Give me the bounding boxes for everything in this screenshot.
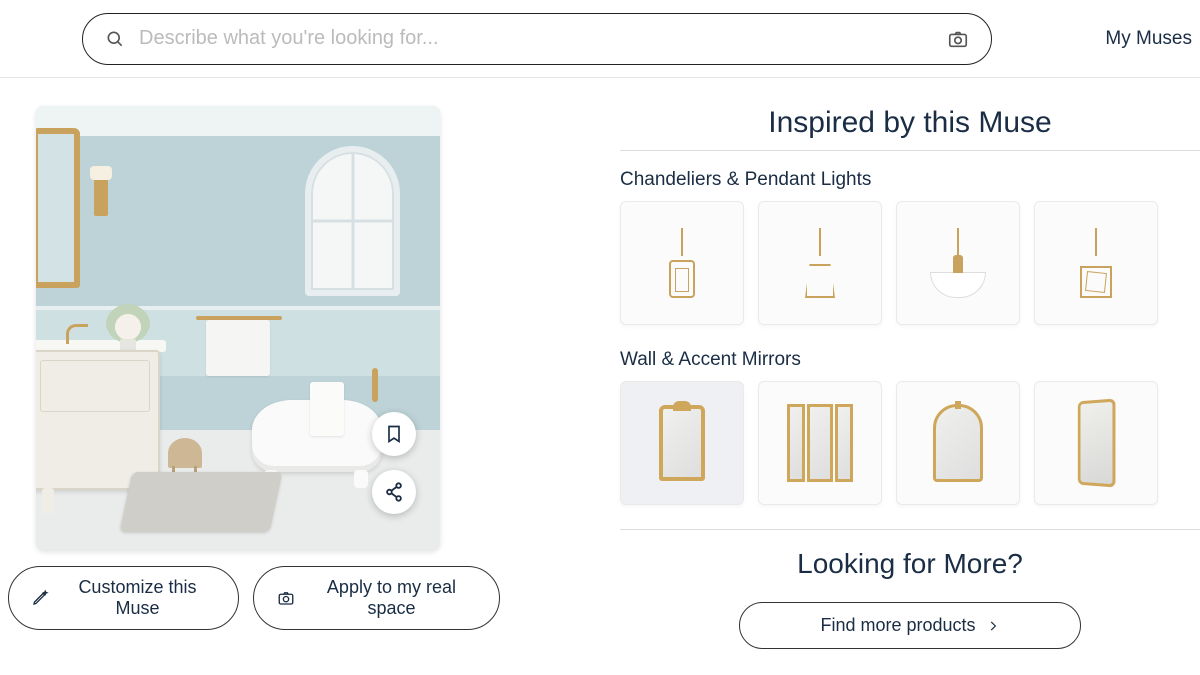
product-card[interactable] — [896, 381, 1020, 505]
customize-label: Customize this Muse — [59, 577, 216, 619]
muse-actions: Customize this Muse Apply to my real spa… — [8, 566, 500, 630]
camera-icon[interactable] — [947, 28, 969, 50]
product-card[interactable] — [620, 201, 744, 325]
looking-for-more-title: Looking for More? — [620, 548, 1200, 580]
camera-icon — [276, 589, 296, 607]
header-bar: My Muses — [0, 0, 1200, 78]
sparkle-pencil-icon — [31, 589, 49, 607]
apply-label: Apply to my real space — [306, 577, 477, 619]
find-more-products-button[interactable]: Find more products — [739, 602, 1080, 649]
product-card[interactable] — [1034, 201, 1158, 325]
apply-to-space-button[interactable]: Apply to my real space — [253, 566, 500, 630]
product-row-mirrors — [620, 381, 1200, 505]
category-title-lights[interactable]: Chandeliers & Pendant Lights — [620, 169, 1200, 191]
product-card[interactable] — [758, 201, 882, 325]
share-button[interactable] — [372, 470, 416, 514]
bookmark-icon — [384, 423, 404, 445]
search-container — [82, 13, 992, 65]
search-icon — [105, 29, 125, 49]
product-card[interactable] — [896, 201, 1020, 325]
product-card[interactable] — [620, 381, 744, 505]
divider — [620, 529, 1200, 530]
customize-muse-button[interactable]: Customize this Muse — [8, 566, 239, 630]
chevron-right-icon — [986, 619, 1000, 633]
search-input[interactable] — [139, 27, 933, 50]
save-button[interactable] — [372, 412, 416, 456]
find-more-label: Find more products — [820, 615, 975, 636]
nav-my-muses[interactable]: My Muses — [1105, 28, 1200, 50]
inspired-panel: Inspired by this Muse Chandeliers & Pend… — [500, 106, 1200, 645]
share-icon — [383, 481, 405, 503]
category-title-mirrors[interactable]: Wall & Accent Mirrors — [620, 349, 1200, 371]
product-card[interactable] — [1034, 381, 1158, 505]
search-bar[interactable] — [82, 13, 992, 65]
product-card[interactable] — [758, 381, 882, 505]
product-row-lights — [620, 201, 1200, 325]
muse-image[interactable] — [36, 106, 440, 550]
main-content: Customize this Muse Apply to my real spa… — [0, 78, 1200, 645]
muse-panel: Customize this Muse Apply to my real spa… — [0, 106, 500, 645]
divider — [620, 150, 1200, 151]
inspired-title: Inspired by this Muse — [620, 106, 1200, 140]
